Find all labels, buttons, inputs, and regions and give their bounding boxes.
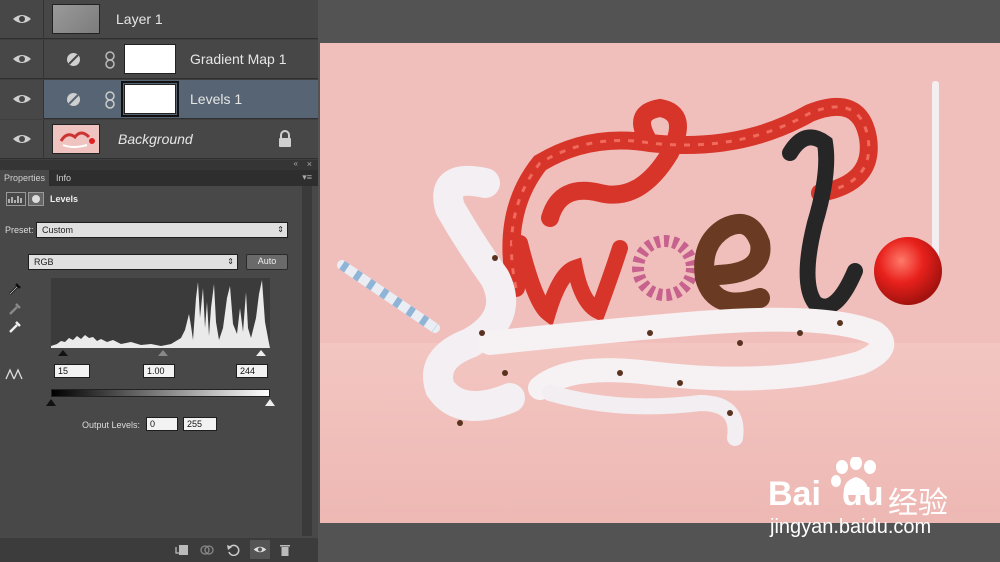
visibility-toggle[interactable] (250, 540, 270, 559)
eye-icon (13, 15, 31, 23)
gray-eyedropper-icon[interactable] (8, 302, 22, 316)
panel-scrollbar[interactable] (302, 186, 312, 536)
link-icon (105, 51, 115, 69)
link-icon (105, 91, 115, 109)
channel-dropdown[interactable]: RGB ⇕ (28, 254, 238, 270)
reset-icon[interactable] (226, 544, 240, 556)
eye-icon (13, 135, 31, 143)
canvas[interactable] (320, 43, 1000, 523)
view-previous-state-icon[interactable] (200, 544, 214, 556)
layer-mask-thumbnail (124, 44, 176, 74)
panel-menu-icon[interactable]: ▾≡ (302, 172, 312, 183)
input-white-field[interactable]: 244 (236, 364, 268, 378)
layer-mask-thumbnail (121, 81, 179, 117)
output-sliders[interactable] (46, 398, 275, 407)
layer-thumbnail (52, 4, 100, 34)
watermark-brand-du: du (842, 475, 884, 513)
visibility-toggle[interactable] (0, 0, 44, 39)
layers-panel: Layer 1 Gradient Map 1 Levels 1 Backgrou… (0, 0, 318, 160)
visibility-toggle[interactable] (0, 80, 44, 119)
clip-to-layer-icon[interactable] (175, 544, 189, 556)
panel-title: Levels (50, 194, 79, 204)
tab-info[interactable]: Info (52, 170, 75, 186)
black-eyedropper-icon[interactable] (8, 282, 22, 296)
output-white-field[interactable]: 255 (183, 417, 217, 431)
input-sliders[interactable] (51, 348, 270, 358)
mask-icon[interactable] (28, 192, 44, 206)
output-levels-label: Output Levels: (82, 420, 141, 430)
histogram (51, 278, 270, 348)
panel-divider: « × (0, 159, 318, 170)
channel-value: RGB (34, 257, 54, 267)
panel-bottom-toolbar (0, 538, 318, 562)
layer-name: Background (118, 131, 193, 147)
output-gradient (51, 389, 270, 397)
lock-icon (279, 130, 291, 147)
output-black-field[interactable]: 0 (146, 417, 178, 431)
layer-row-levels-1[interactable]: Levels 1 (0, 80, 318, 119)
panel-tabs: Properties Info ▾≡ (0, 170, 318, 186)
collapse-icon[interactable]: « (294, 159, 298, 168)
layer-row-layer-1[interactable]: Layer 1 (0, 0, 318, 39)
visibility-toggle[interactable] (0, 120, 44, 159)
eye-icon (13, 95, 31, 103)
layer-name: Gradient Map 1 (190, 51, 287, 67)
dropdown-arrow-icon: ⇕ (227, 257, 234, 266)
preset-label: Preset: (5, 225, 34, 235)
layer-name: Layer 1 (116, 11, 163, 27)
preset-dropdown[interactable]: Custom ⇕ (36, 222, 288, 238)
input-black-field[interactable]: 15 (54, 364, 90, 378)
visibility-toggle[interactable] (0, 40, 44, 79)
eye-icon (13, 55, 31, 63)
watermark-brand: Bai (768, 475, 821, 513)
auto-button[interactable]: Auto (246, 254, 288, 270)
preset-value: Custom (42, 225, 74, 235)
tab-properties[interactable]: Properties (0, 170, 50, 186)
levels-icon (6, 192, 26, 206)
layer-thumbnail (52, 124, 100, 154)
layer-row-background[interactable]: Background (0, 120, 318, 159)
layer-name: Levels 1 (190, 91, 243, 107)
input-gamma-field[interactable]: 1.00 (143, 364, 175, 378)
dropdown-arrow-icon: ⇕ (277, 225, 284, 234)
watermark-url: jingyan.baidu.com (770, 516, 932, 538)
clipping-warning-icon[interactable] (5, 368, 23, 380)
eye-icon (253, 546, 267, 553)
adjustment-layer-icon (67, 53, 80, 66)
close-icon[interactable]: × (307, 159, 312, 169)
sweet-artwork (320, 81, 1000, 523)
layer-row-gradient-map-1[interactable]: Gradient Map 1 (0, 40, 318, 79)
adjustment-layer-icon (67, 93, 80, 106)
properties-panel: Levels Preset: Custom ⇕ RGB ⇕ Auto 15 1.… (0, 186, 318, 562)
white-eyedropper-icon[interactable] (8, 320, 22, 334)
trash-icon[interactable] (279, 543, 291, 557)
left-panel: Layer 1 Gradient Map 1 Levels 1 Backgrou… (0, 0, 318, 562)
